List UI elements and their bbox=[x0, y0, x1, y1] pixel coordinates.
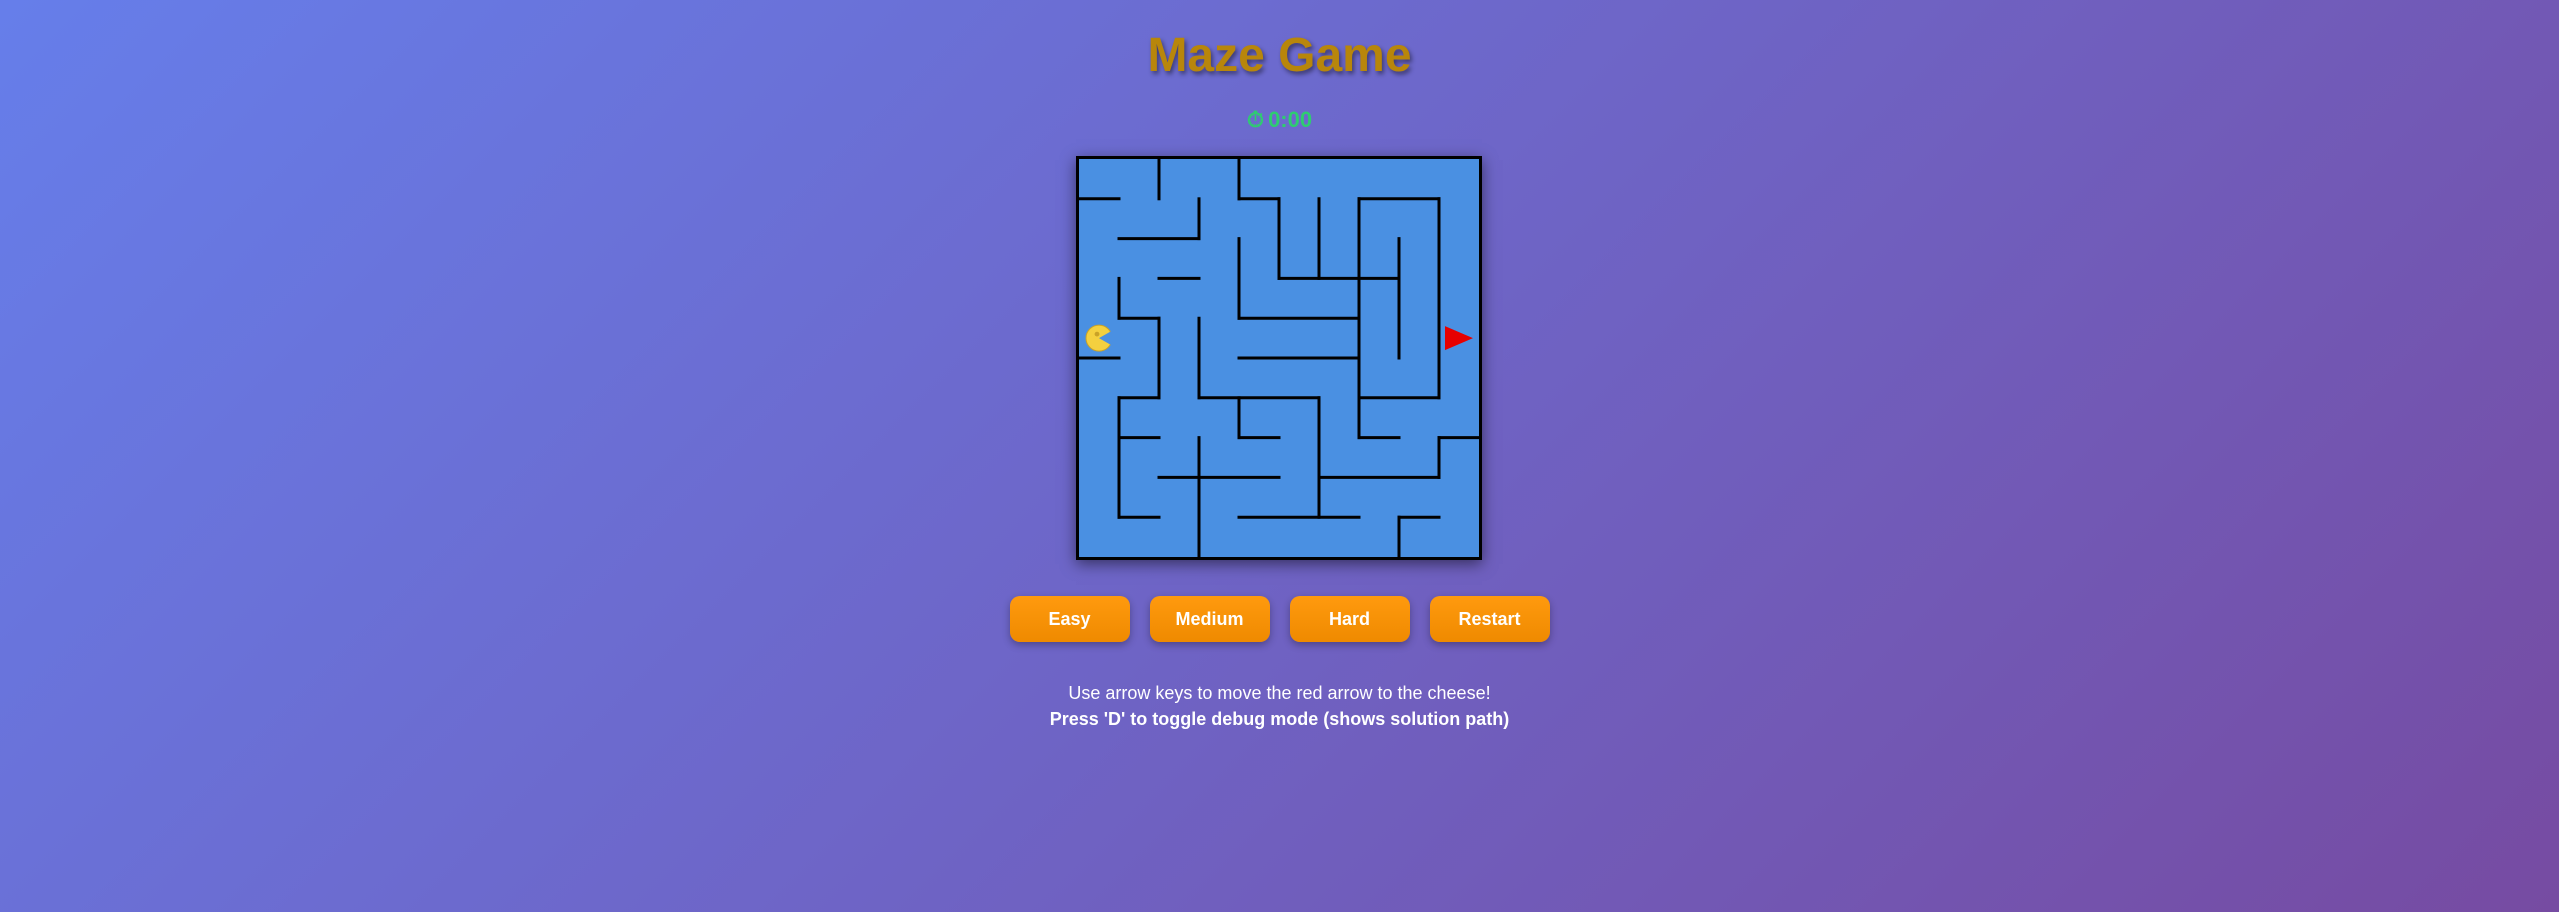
maze-board[interactable] bbox=[1076, 156, 1482, 560]
maze-canvas[interactable] bbox=[1076, 156, 1482, 560]
instructions-line-1: Use arrow keys to move the red arrow to … bbox=[1068, 683, 1491, 703]
game-title: Maze Game bbox=[1147, 29, 1412, 82]
difficulty-buttons: Easy Medium Hard Restart bbox=[0, 596, 2559, 642]
easy-button[interactable]: Easy bbox=[1009, 596, 1130, 642]
cheese-goal-icon bbox=[1085, 324, 1113, 352]
stopwatch-icon: ⏱ bbox=[1246, 107, 1265, 132]
timer-value: 0:00 bbox=[1268, 107, 1313, 132]
timer: ⏱ 0:00 bbox=[0, 105, 2559, 135]
instructions: Use arrow keys to move the red arrow to … bbox=[0, 680, 2559, 732]
medium-button[interactable]: Medium bbox=[1149, 596, 1270, 642]
restart-button[interactable]: Restart bbox=[1429, 596, 1550, 642]
instructions-line-2: Press 'D' to toggle debug mode (shows so… bbox=[1049, 709, 1510, 729]
hard-button[interactable]: Hard bbox=[1289, 596, 1410, 642]
